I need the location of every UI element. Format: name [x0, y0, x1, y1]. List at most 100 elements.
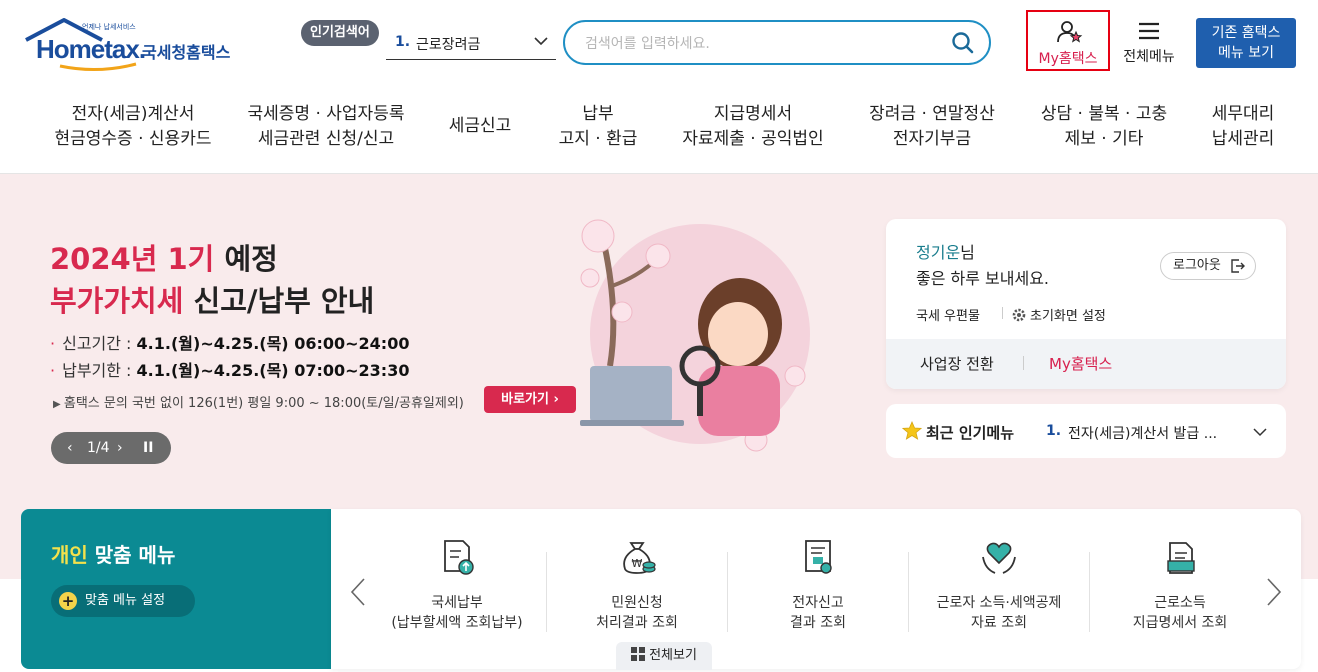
filing-period-value: 4.1.(월)~4.25.(목) 06:00~24:00 [136, 334, 410, 353]
chevron-right-icon: › [553, 392, 559, 407]
gnb-item-tax-filing[interactable]: 세금신고 [440, 114, 520, 139]
logout-label: 로그아웃 [1173, 258, 1221, 273]
gnb-item-consultation[interactable]: 상담 · 불복 · 고충 제보 · 기타 [1034, 102, 1174, 152]
gnb-item-payment-statement[interactable]: 지급명세서 자료제출 · 공익법인 [676, 102, 830, 152]
search-icon[interactable] [951, 31, 975, 55]
gear-icon [1012, 308, 1026, 322]
gnb-item-tax-agent[interactable]: 세무대리 납세관리 [1202, 102, 1284, 152]
menu-tile-civil-request[interactable]: ₩ 민원신청 처리결과 조회 [546, 537, 727, 637]
view-all-label: 전체보기 [649, 648, 697, 663]
payment-deadline: · 납부기한 : 4.1.(월)~4.25.(목) 07:00~23:30 [50, 361, 410, 380]
home-settings-link[interactable]: 초기화면 설정 [1012, 305, 1106, 324]
menu-tile-label: 민원신청 [611, 595, 663, 611]
gnb-label: 납부 [582, 104, 614, 124]
menu-tile-e-filing-result[interactable]: 전자신고 결과 조회 [727, 537, 908, 637]
full-menu-button[interactable]: 전체메뉴 [1118, 18, 1180, 68]
logout-button[interactable]: 로그아웃 [1160, 252, 1256, 280]
hamburger-icon [1139, 22, 1159, 40]
logo-tagline: 언제나 납세서비스 [82, 23, 136, 31]
menu-tile-deduction-data[interactable]: 근로자 소득·세액공제 자료 조회 [908, 537, 1089, 637]
carousel-next-icon[interactable] [1265, 577, 1283, 607]
menu-tile-sublabel: 처리결과 조회 [596, 615, 678, 631]
hero-title-line2: 부가가치세 신고/납부 안내 [50, 278, 374, 320]
recent-popular-title: 최근 인기메뉴 [926, 424, 1015, 442]
pager-prev-icon[interactable]: ‹ [67, 432, 73, 464]
divider [1002, 307, 1003, 319]
gnb-label: 현금영수증 · 신용카드 [54, 129, 212, 149]
tax-payment-icon [444, 540, 474, 575]
document-stack-icon [1167, 542, 1195, 574]
my-hometax-label: My홈택스 [1038, 51, 1098, 67]
recent-popular-rank: 1. [1046, 423, 1062, 439]
pager-count: 1/4 [87, 440, 110, 456]
menu-tile-earned-income[interactable]: 근로소득 지급명세서 조회 [1089, 537, 1270, 637]
menu-tile-label: 국세납부 [431, 595, 483, 611]
chevron-down-icon [1253, 428, 1267, 437]
gnb-label: 전자기부금 [892, 129, 972, 149]
carousel-prev-icon[interactable] [349, 577, 367, 607]
svg-text:₩: ₩ [632, 557, 643, 570]
recent-popular-menu[interactable]: 최근 인기메뉴 1. 전자(세금)계산서 발급 ... [886, 404, 1286, 458]
user-honorific: 님 [960, 243, 975, 262]
user-card-footer: 사업장 전환 My홈택스 [886, 339, 1286, 389]
hometax-logo[interactable]: 언제나 납세서비스 Hometax. 국세청홈택스 [24, 18, 239, 72]
gnb-item-e-invoice[interactable]: 전자(세금)계산서 현금영수증 · 신용카드 [42, 102, 224, 152]
gnb-label: 제보 · 기타 [1064, 129, 1144, 149]
menu-tile-label: 근로소득 [1154, 595, 1206, 611]
divider [1023, 356, 1024, 370]
gnb-label: 자료제출 · 공익법인 [682, 129, 824, 149]
gnb-label: 전자(세금)계산서 [71, 104, 195, 124]
my-hometax-button[interactable]: My홈택스 [1026, 10, 1110, 71]
gnb-label: 지급명세서 [713, 104, 793, 124]
menu-tile-sublabel: (납부할세액 조회납부) [391, 615, 523, 631]
heart-hands-icon [982, 542, 1016, 574]
custom-menu-title-text: 맞춤 메뉴 [94, 543, 176, 567]
banner-pager: ‹ 1/4 › II [51, 432, 171, 464]
business-switch-link[interactable]: 사업장 전환 [920, 353, 994, 374]
gnb-item-incentive[interactable]: 장려금 · 연말정산 전자기부금 [862, 102, 1002, 152]
gnb-item-payment[interactable]: 납부 고지 · 환급 [548, 102, 648, 152]
popular-rank: 1. [395, 34, 411, 50]
recent-popular-item: 전자(세금)계산서 발급 ... [1068, 426, 1218, 442]
hero-contact-text: 홈택스 문의 국번 없이 126(1번) 평일 9:00 ~ 18:00(토/일… [63, 396, 464, 411]
legacy-hometax-button[interactable]: 기존 홈택스 메뉴 보기 [1196, 18, 1296, 68]
hero-title-highlight: 부가가치세 [50, 284, 184, 318]
hero-title-line1: 2024년 1기 예정 [50, 236, 278, 278]
certificate-icon [805, 540, 832, 574]
pager-next-icon[interactable]: › [117, 432, 123, 464]
user-star-icon [1057, 21, 1083, 43]
greeting-text: 좋은 하루 보내세요. [916, 269, 1050, 288]
go-button-label: 바로가기 [501, 392, 549, 407]
menu-tile-sublabel: 지급명세서 조회 [1132, 615, 1228, 631]
tax-mailbox-link[interactable]: 국세 우편물 [916, 305, 980, 324]
logout-icon [1231, 259, 1245, 273]
hero-contact-note: ▶ 홈택스 문의 국번 없이 126(1번) 평일 9:00 ~ 18:00(토… [53, 392, 464, 411]
gnb-item-certificates[interactable]: 국세증명 · 사업자등록 세금관련 신청/신고 [240, 102, 412, 152]
grid-icon [631, 647, 646, 661]
legacy-line1: 기존 홈택스 [1211, 25, 1281, 41]
popular-term: 근로장려금 [416, 37, 481, 53]
legacy-line2: 메뉴 보기 [1218, 45, 1274, 61]
pager-pause-icon[interactable]: II [143, 432, 153, 464]
gnb-label: 국세증명 · 사업자등록 [247, 104, 405, 124]
logo-korean-title: 국세청홈택스 [142, 43, 231, 62]
payment-deadline-label: 납부기한 : [62, 361, 132, 380]
custom-menu-title: 개인 맞춤 메뉴 [51, 539, 175, 568]
triangle-right-icon: ▶ [53, 399, 64, 410]
plus-icon: + [59, 592, 77, 610]
menu-tile-sublabel: 결과 조회 [790, 615, 846, 631]
popular-search-select[interactable]: 1. 근로장려금 [386, 26, 556, 60]
home-settings-label: 초기화면 설정 [1030, 309, 1106, 324]
filing-period-label: 신고기간 : [62, 334, 132, 353]
my-hometax-link[interactable]: My홈택스 [1049, 353, 1112, 374]
view-all-button[interactable]: 전체보기 [616, 642, 712, 670]
menu-tile-tax-payment[interactable]: 국세납부 (납부할세액 조회납부) [367, 537, 547, 637]
search-box[interactable]: 검색어를 입력하세요. [563, 20, 991, 65]
custom-menu-settings-button[interactable]: + 맞춤 메뉴 설정 [51, 585, 195, 617]
search-input[interactable]: 검색어를 입력하세요. [585, 33, 710, 53]
main-navigation: 전자(세금)계산서 현금영수증 · 신용카드 국세증명 · 사업자등록 세금관련… [0, 90, 1318, 174]
gnb-label: 상담 · 불복 · 고충 [1040, 104, 1168, 124]
gnb-label: 세금관련 신청/신고 [257, 129, 395, 149]
hero-title-text: 예정 [224, 242, 278, 276]
menu-tile-label: 전자신고 [792, 595, 844, 611]
